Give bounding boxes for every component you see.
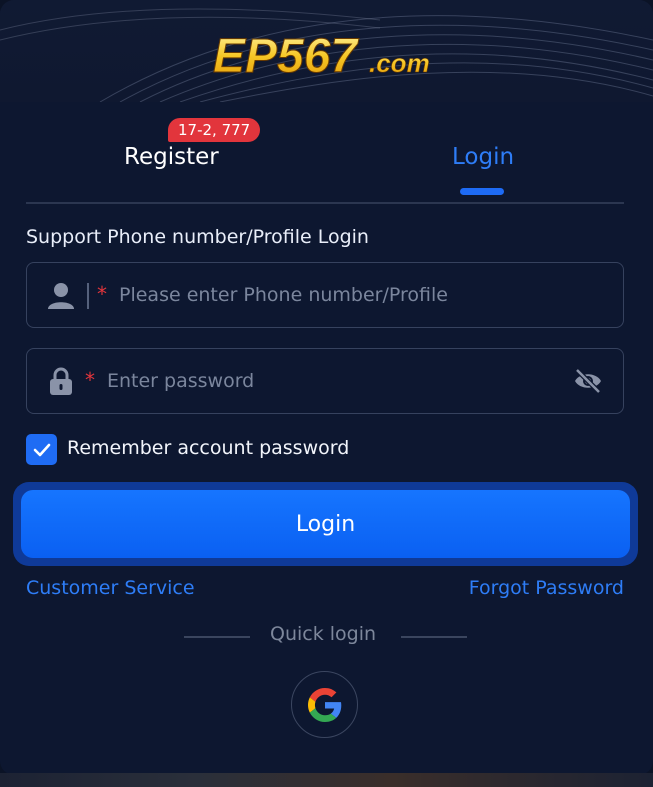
password-input[interactable]: [107, 363, 547, 399]
phone-input[interactable]: [119, 277, 599, 313]
login-panel: EP567 .com Register 17-2, 777 Login Supp…: [0, 0, 653, 775]
quick-login-label: Quick login: [270, 623, 377, 645]
remember-label: Remember account password: [67, 437, 350, 459]
customer-service-link[interactable]: Customer Service: [26, 577, 195, 599]
password-field[interactable]: *: [26, 348, 624, 414]
logo-suffix: .com: [369, 48, 430, 78]
register-promo-badge: 17-2, 777: [168, 118, 261, 142]
app-frame: EP567 .com Register 17-2, 777 Login Supp…: [0, 0, 653, 787]
login-method-label: Support Phone number/Profile Login: [26, 226, 369, 248]
check-icon: [33, 443, 51, 457]
user-icon: [48, 283, 74, 309]
tab-register[interactable]: Register: [124, 144, 219, 170]
eye-off-icon[interactable]: [573, 367, 603, 395]
divider-line: [184, 636, 250, 638]
quick-login-divider: Quick login: [184, 623, 467, 649]
tab-login[interactable]: Login: [452, 144, 514, 170]
auth-tabs: Register 17-2, 777 Login: [26, 110, 624, 204]
login-submit-button[interactable]: Login: [21, 490, 630, 558]
required-mark: *: [85, 368, 95, 392]
google-login-button[interactable]: [291, 671, 358, 738]
divider-line: [401, 636, 467, 638]
header-banner: EP567 .com: [0, 0, 653, 102]
forgot-password-link[interactable]: Forgot Password: [469, 577, 624, 599]
google-icon: [308, 688, 342, 722]
active-tab-indicator: [460, 188, 504, 195]
login-button-focus-ring: Login: [13, 482, 638, 566]
remember-checkbox[interactable]: [26, 434, 57, 465]
logo-text: EP567: [213, 30, 359, 83]
lock-icon: [50, 367, 72, 395]
required-mark: *: [97, 282, 107, 306]
field-separator: [87, 283, 89, 309]
phone-field[interactable]: *: [26, 262, 624, 328]
tabs-divider: [26, 202, 624, 204]
ep567-logo: EP567 .com: [213, 30, 430, 84]
frame-bottom-edge: [0, 773, 653, 787]
